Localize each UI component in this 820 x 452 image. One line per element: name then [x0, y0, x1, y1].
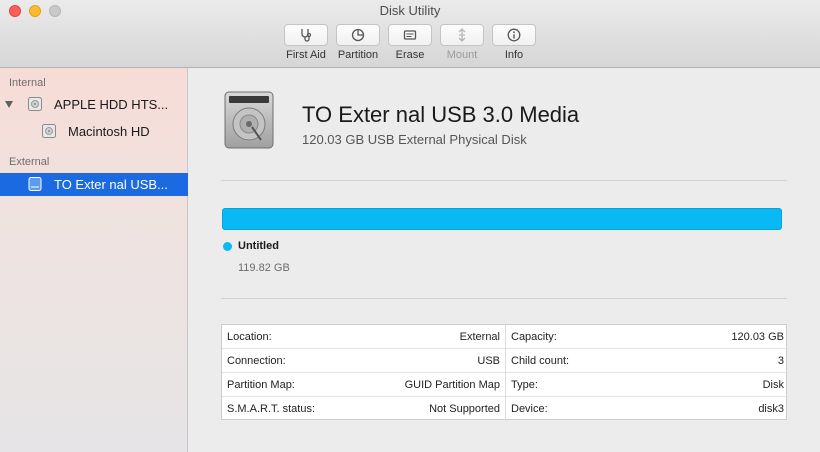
mount-label: Mount: [446, 49, 478, 61]
disclosure-triangle-icon[interactable]: [5, 101, 13, 108]
title-bar: Disk Utility First Aid Partition Erase M…: [0, 0, 820, 68]
partition-size: 119.82 GB: [238, 262, 290, 274]
external-disk-icon: [28, 177, 42, 191]
info-value: External: [459, 331, 500, 343]
window-title: Disk Utility: [379, 3, 441, 18]
info-row: Connection: USB: [222, 349, 505, 373]
sidebar-item-to-external-usb[interactable]: TO Exter nal USB...: [0, 173, 188, 196]
info-tool[interactable]: Info: [490, 24, 538, 61]
disk-title: TO Exter nal USB 3.0 Media: [302, 102, 580, 127]
volume-icon: [42, 124, 56, 138]
info-row: Device: disk3: [506, 397, 789, 421]
info-key: Location:: [227, 331, 272, 343]
info-key: S.M.A.R.T. status:: [227, 403, 316, 415]
info-value: 3: [777, 355, 784, 367]
info-icon: [507, 28, 521, 42]
divider: [221, 180, 787, 181]
mount-button[interactable]: [440, 24, 484, 46]
info-row: Type: Disk: [506, 373, 789, 397]
sidebar-item-macintosh-hd[interactable]: Macintosh HD: [0, 120, 188, 143]
sidebar-item-apple-hdd[interactable]: APPLE HDD HTS...: [0, 93, 188, 116]
mount-tool[interactable]: Mount: [438, 24, 486, 61]
disk-info-table: Location: External Connection: USB Partiti…: [221, 324, 789, 421]
info-button[interactable]: [492, 24, 536, 46]
first-aid-label: First Aid: [286, 49, 326, 61]
info-key: Partition Map:: [227, 379, 295, 391]
info-column-left: Location: External Connection: USB Partiti…: [222, 325, 505, 421]
sidebar-item-label: APPLE HDD HTS...: [54, 97, 169, 112]
info-value: Disk: [762, 379, 784, 391]
sidebar: Internal APPLE HDD HTS... Macintosh HD E…: [0, 68, 188, 452]
info-key: Type:: [511, 379, 538, 391]
info-key: Connection:: [227, 355, 286, 367]
info-row: Child count: 3: [506, 349, 789, 373]
info-value: 120.03 GB: [731, 331, 784, 343]
partition-button[interactable]: [336, 24, 380, 46]
info-column-right: Capacity: 120.03 GB Child count: 3 Type: Di…: [505, 325, 789, 421]
stethoscope-icon: [301, 29, 312, 42]
partition-tool[interactable]: Partition: [334, 24, 382, 61]
info-key: Child count:: [511, 355, 570, 367]
sidebar-section-internal: Internal: [9, 77, 46, 89]
info-row: S.M.A.R.T. status: Not Supported: [222, 397, 505, 421]
info-value: disk3: [758, 403, 784, 415]
info-row: Capacity: 120.03 GB: [506, 325, 789, 349]
first-aid-button[interactable]: [284, 24, 328, 46]
info-label: Info: [504, 49, 524, 61]
first-aid-tool[interactable]: First Aid: [282, 24, 330, 61]
erase-tool[interactable]: Erase: [386, 24, 434, 61]
info-key: Capacity:: [511, 331, 557, 343]
divider: [221, 298, 787, 299]
eraser-icon: [403, 30, 417, 40]
erase-button[interactable]: [388, 24, 432, 46]
info-row: Partition Map: GUID Partition Map: [222, 373, 505, 397]
mount-icon: [458, 28, 466, 42]
detail-pane: TO Exter nal USB 3.0 Media 120.03 GB USB…: [189, 68, 820, 452]
info-row: Location: External: [222, 325, 505, 349]
sidebar-item-label: TO Exter nal USB...: [54, 177, 168, 192]
pie-icon: [351, 28, 365, 42]
erase-label: Erase: [395, 49, 425, 61]
info-value: Not Supported: [429, 403, 500, 415]
sidebar-section-external: External: [9, 156, 50, 168]
hard-disk-icon: [224, 91, 274, 149]
partition-name: Untitled: [238, 240, 279, 252]
disk-usage-bar[interactable]: [222, 208, 782, 230]
sidebar-item-label: Macintosh HD: [68, 124, 150, 139]
info-value: USB: [477, 355, 500, 367]
partition-label: Partition: [337, 49, 379, 61]
hard-disk-icon: [28, 97, 42, 111]
disk-subtitle: 120.03 GB USB External Physical Disk: [302, 132, 527, 147]
info-key: Device:: [511, 403, 548, 415]
info-value: GUID Partition Map: [404, 379, 500, 391]
partition-color-dot: [223, 242, 232, 251]
